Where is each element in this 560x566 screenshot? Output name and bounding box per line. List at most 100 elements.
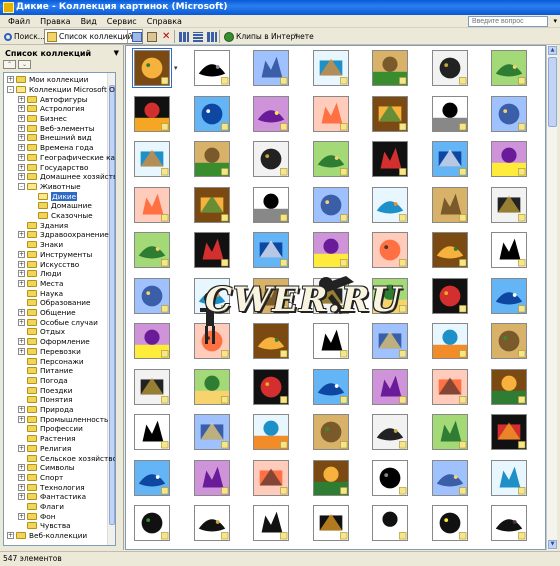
web-clips-button[interactable]: Клипы в Интернете [222, 29, 316, 44]
tree-item[interactable]: + Природа [18, 405, 73, 415]
tree-item[interactable]: + Религия [18, 444, 71, 454]
tree-item[interactable]: Флаги [18, 502, 64, 512]
tree-item[interactable]: Отдых [18, 327, 65, 337]
letter-z-clip[interactable] [253, 141, 289, 177]
tree-item[interactable]: Сказочные [29, 211, 93, 221]
tree-item[interactable]: + Общение [18, 308, 76, 318]
tree-item[interactable]: Здания [18, 221, 68, 231]
red-monkey-clip[interactable] [312, 232, 349, 268]
tree-item[interactable]: Знаки [18, 240, 63, 250]
red-tulips-clip[interactable] [431, 186, 468, 223]
tree-item[interactable]: + Здравоохранение [18, 230, 109, 240]
brown-animal-clip[interactable] [491, 323, 527, 359]
grid-scrollbar[interactable]: ▲ ▼ [546, 45, 557, 550]
red-tiger-clip[interactable] [134, 232, 170, 268]
menu-item-0[interactable]: Файл [3, 16, 35, 27]
eagle-clip[interactable] [193, 368, 230, 405]
help-search-input[interactable] [468, 16, 548, 27]
expand-button[interactable]: ⌄ [18, 60, 31, 69]
tree-item[interactable]: Сельское хозяйство [18, 453, 115, 463]
green-dance-clip[interactable] [134, 368, 170, 405]
tree-item[interactable]: + Времена года [18, 143, 94, 153]
black-fish-2-clip[interactable] [372, 505, 408, 541]
expand-icon[interactable]: + [18, 347, 25, 355]
lobster-clip[interactable] [193, 95, 230, 132]
delete-button[interactable]: ✕ [160, 29, 174, 44]
tree-item[interactable]: + Оформление [18, 337, 90, 347]
tree-item[interactable]: + Места [18, 279, 64, 289]
desert-tree-clip[interactable] [431, 368, 468, 405]
tree-item[interactable]: + Бизнес [18, 114, 67, 124]
expand-icon[interactable]: + [18, 115, 25, 123]
ostrich-clip[interactable] [312, 141, 349, 177]
menu-item-1[interactable]: Правка [35, 16, 75, 27]
expand-icon[interactable]: + [18, 512, 25, 520]
letter-n-clip[interactable] [134, 141, 170, 177]
tree-item[interactable]: + Перевозки [18, 347, 81, 357]
tree-item[interactable]: + Технология [18, 482, 85, 492]
couple-sign-clip[interactable] [431, 505, 468, 541]
menu-item-4[interactable]: Справка [142, 16, 187, 27]
tree-item[interactable]: Поездки [18, 385, 73, 395]
tree-item[interactable]: + Промышленность [18, 415, 108, 425]
tree-item[interactable]: - Коллекции Microsoft Office [7, 85, 115, 95]
collapse-icon[interactable]: - [18, 182, 25, 190]
letter-o-clip[interactable] [193, 141, 230, 177]
turtle-clip[interactable] [134, 459, 170, 496]
menu-item-3[interactable]: Сервис [102, 16, 142, 27]
grey-sketch-clip[interactable] [134, 95, 170, 132]
camel-stamp-clip[interactable] [312, 368, 349, 405]
expand-icon[interactable]: + [18, 231, 25, 239]
blue-dolphin-clip[interactable] [491, 232, 527, 268]
frog-clip[interactable] [253, 459, 289, 496]
collections-tree[interactable]: + Мои коллекции - Коллекции Microsoft Offic… [3, 72, 116, 546]
gardener-clip[interactable] [491, 50, 527, 86]
tree-item[interactable]: Чувства [18, 521, 71, 531]
tree-item[interactable]: Професcии [18, 424, 83, 434]
collapse-button[interactable]: ⌃ [3, 60, 16, 69]
white-bird-clip[interactable] [193, 50, 230, 86]
expand-icon[interactable]: + [18, 134, 25, 142]
tree-item[interactable]: Наука [18, 288, 63, 298]
letter-f-clip[interactable] [491, 95, 527, 132]
expand-icon[interactable]: + [18, 464, 25, 472]
fly-clip[interactable] [491, 505, 527, 541]
green-tiger-clip[interactable] [491, 459, 527, 496]
kangaroo-clip[interactable] [253, 414, 289, 450]
tree-item[interactable]: + Инструменты [18, 250, 92, 260]
expand-icon[interactable]: + [18, 406, 25, 414]
red-flowers-clip[interactable] [372, 186, 408, 223]
pelican-sign-clip[interactable] [253, 50, 289, 86]
tree-item[interactable]: Домашние [29, 201, 92, 211]
sparrow-clip[interactable] [491, 414, 527, 450]
red-elephant-clip[interactable] [193, 232, 230, 268]
expand-icon[interactable]: + [7, 76, 14, 84]
grid-scrollbar-thumb[interactable] [548, 57, 557, 127]
tree-item[interactable]: + Веб-коллекции [7, 531, 87, 541]
bear-grass-clip[interactable] [372, 414, 408, 450]
expand-icon[interactable]: + [18, 338, 25, 346]
dark-flowers-clip[interactable] [134, 277, 170, 314]
expand-icon[interactable]: + [18, 415, 25, 423]
expand-icon[interactable]: + [18, 444, 25, 452]
expand-icon[interactable]: + [18, 144, 25, 152]
scroll-down-icon[interactable]: ▼ [548, 540, 557, 549]
koala-clip[interactable] [312, 414, 349, 450]
road-sign-clip[interactable] [193, 414, 230, 450]
expand-icon[interactable]: + [18, 95, 25, 103]
toolbar-overflow-icon[interactable]: » [294, 31, 298, 39]
fish-arch-clip[interactable] [312, 50, 349, 86]
paste-button[interactable] [145, 29, 161, 44]
umbrella-kid-clip[interactable] [431, 323, 468, 359]
tree-item[interactable]: + Веб-элементы [18, 124, 95, 134]
expand-icon[interactable]: + [18, 270, 25, 278]
tree-item[interactable]: + Внешний вид [18, 133, 92, 143]
expand-icon[interactable]: + [18, 105, 25, 113]
cityscape-clip[interactable] [193, 186, 230, 223]
tree-item[interactable]: - Животные [18, 182, 81, 192]
expand-icon[interactable]: + [18, 473, 25, 481]
tree-scrollbar[interactable] [107, 73, 115, 545]
black-monkey-clip[interactable] [193, 505, 230, 541]
blue-fish-clip[interactable] [372, 232, 408, 268]
kid-gardener-clip[interactable] [431, 141, 468, 177]
